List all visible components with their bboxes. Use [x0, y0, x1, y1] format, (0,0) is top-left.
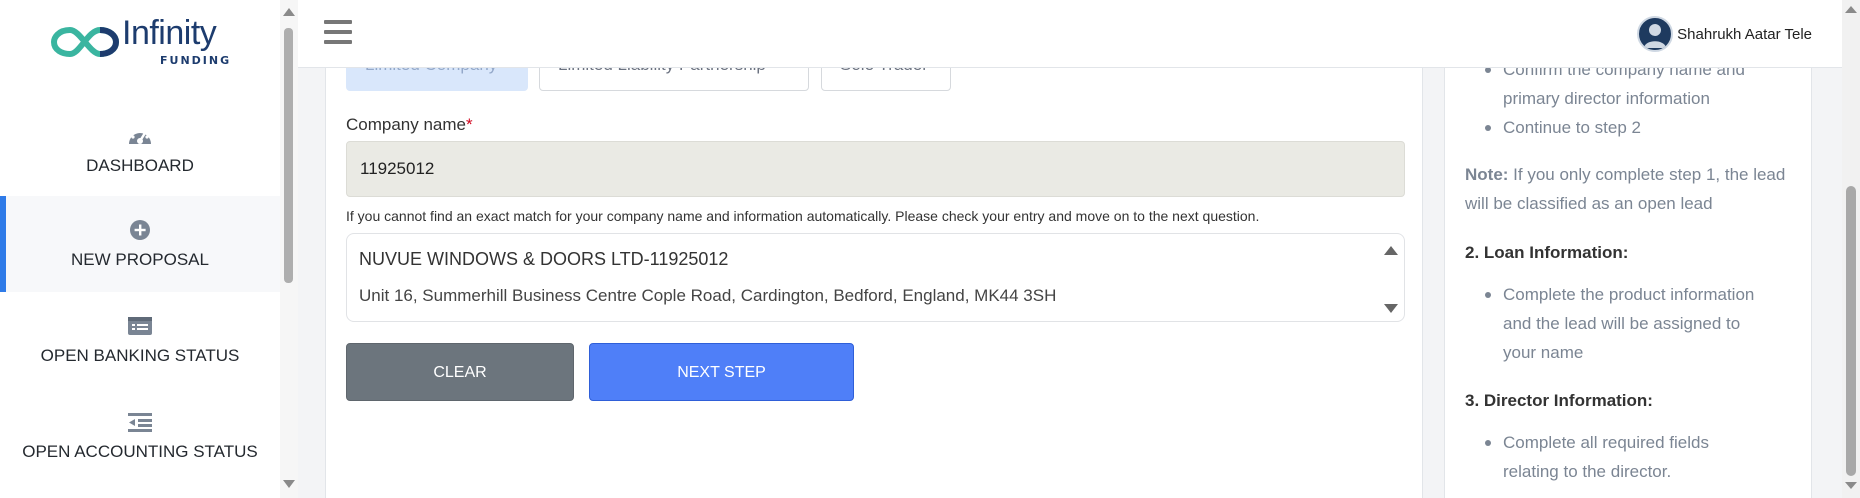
list-item: Continue to step 2 — [1485, 113, 1785, 142]
scrollbar-thumb[interactable] — [1846, 186, 1856, 476]
clear-button[interactable]: CLEAR — [346, 343, 574, 401]
proposal-form-panel: Limited Company Limited Liability Partne… — [325, 0, 1423, 498]
infinity-funding-logo[interactable]: Infinity FUNDING — [50, 14, 240, 70]
list-item: Complete all required fields relating to… — [1485, 428, 1765, 486]
company-match-result[interactable]: NUVUE WINDOWS & DOORS LTD-11925012 Unit … — [346, 233, 1405, 322]
hamburger-menu-icon[interactable] — [324, 20, 352, 46]
scroll-down-arrow-icon[interactable] — [1845, 482, 1857, 489]
instructions-panel: Confirm the company name and primary dir… — [1444, 0, 1812, 498]
infinity-logo-icon — [50, 26, 120, 58]
company-name-input[interactable]: 11925012 — [346, 141, 1405, 197]
sidebar-item-new-proposal[interactable]: NEW PROPOSAL — [0, 196, 280, 292]
required-asterisk: * — [466, 115, 473, 134]
top-header: Shahrukh Aatar Tele — [298, 0, 1842, 68]
page-scrollbar[interactable] — [1842, 0, 1860, 498]
company-name-label-text: Company name — [346, 115, 467, 134]
company-help-text: If you cannot find an exact match for yo… — [346, 208, 1260, 224]
sidebar-item-open-accounting-status[interactable]: OPEN ACCOUNTING STATUS — [0, 388, 280, 484]
sidebar-scrollbar[interactable] — [280, 0, 298, 498]
list-card-icon — [128, 317, 152, 335]
step1-note: Note: If you only complete step 1, the l… — [1465, 160, 1795, 218]
list-scroll-up-icon[interactable] — [1384, 246, 1398, 255]
scroll-up-arrow-icon[interactable] — [1845, 6, 1857, 13]
next-step-button[interactable]: NEXT STEP — [589, 343, 854, 401]
scrollbar-thumb[interactable] — [284, 28, 293, 283]
user-avatar-icon — [1637, 16, 1674, 52]
match-company-name: NUVUE WINDOWS & DOORS LTD-11925012 — [359, 249, 729, 269]
user-name: Shahrukh Aatar Tele — [1677, 25, 1812, 43]
scroll-down-arrow-icon[interactable] — [283, 480, 295, 488]
user-menu[interactable]: Shahrukh Aatar Tele — [1637, 14, 1812, 54]
sidebar-item-open-banking-status[interactable]: OPEN BANKING STATUS — [0, 292, 280, 388]
sidebar-item-label: OPEN ACCOUNTING STATUS — [22, 442, 258, 461]
brand-name: Infinity — [122, 14, 217, 52]
sidebar-item-dashboard[interactable]: DASHBOARD — [0, 102, 280, 198]
indent-list-icon — [128, 413, 152, 432]
brand-subtitle: FUNDING — [160, 54, 232, 67]
list-scroll-down-icon[interactable] — [1384, 304, 1398, 313]
step3-list: Complete all required fields relating to… — [1485, 428, 1765, 486]
note-text: If you only complete step 1, the lead wi… — [1465, 165, 1786, 213]
sidebar-item-label: DASHBOARD — [86, 156, 194, 175]
list-item: Complete the product information and the… — [1485, 280, 1775, 367]
step1-list: Confirm the company name and primary dir… — [1485, 55, 1785, 142]
sidebar: Infinity FUNDING DASHBOARD NEW PROPOSAL … — [0, 0, 280, 498]
dashboard-gauge-icon — [129, 130, 151, 144]
note-label: Note: — [1465, 165, 1509, 184]
match-company-address: Unit 16, Summerhill Business Centre Copl… — [359, 286, 1057, 305]
sidebar-item-label: OPEN BANKING STATUS — [40, 346, 240, 365]
section-director-information: 3. Director Information: — [1465, 391, 1653, 410]
sidebar-item-label: NEW PROPOSAL — [71, 250, 209, 269]
section-loan-information: 2. Loan Information: — [1465, 243, 1629, 262]
plus-circle-icon — [130, 220, 150, 240]
scroll-up-arrow-icon[interactable] — [283, 8, 295, 16]
step2-list: Complete the product information and the… — [1485, 280, 1775, 367]
company-name-label: Company name* — [346, 115, 473, 135]
